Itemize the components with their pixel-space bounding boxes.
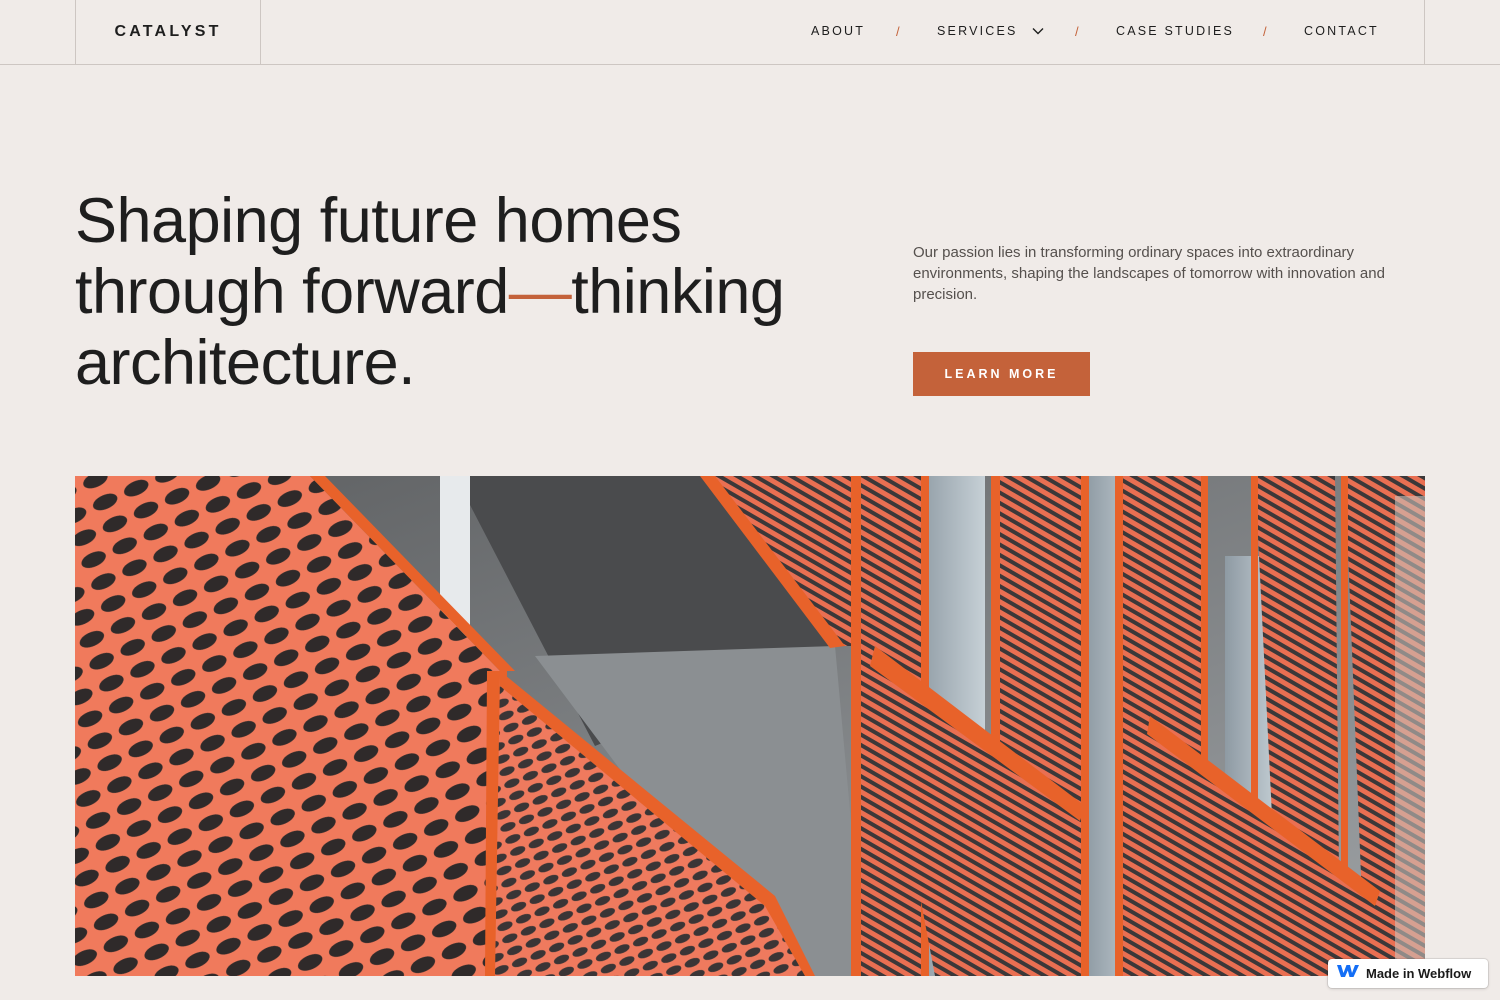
logo-container[interactable]: CATALYST — [75, 0, 261, 64]
nav-link-contact[interactable]: CONTACT — [1304, 24, 1379, 38]
site-logo[interactable]: CATALYST — [114, 23, 221, 41]
header-divider — [1424, 0, 1425, 64]
learn-more-button[interactable]: LEARN MORE — [913, 352, 1090, 396]
badge-label: Made in Webflow — [1366, 966, 1472, 981]
hero-headline-dash: — — [508, 257, 572, 327]
made-in-webflow-badge[interactable]: Made in Webflow — [1328, 959, 1488, 988]
nav-separator: / — [1075, 24, 1079, 39]
nav-link-about[interactable]: ABOUT — [811, 24, 865, 38]
webflow-logo-icon — [1336, 963, 1360, 984]
site-header: CATALYST ABOUT / SERVICES / CASE STUDIES… — [0, 0, 1500, 65]
hero-intro-text: Our passion lies in transforming ordinar… — [913, 244, 1385, 303]
nav-link-services-label: SERVICES — [937, 24, 1018, 38]
hero-image — [75, 476, 1425, 976]
nav-link-services[interactable]: SERVICES — [937, 24, 1044, 38]
nav-separator: / — [896, 24, 900, 39]
chevron-down-icon — [1032, 27, 1044, 35]
main-nav: ABOUT / SERVICES / CASE STUDIES / CONTAC… — [760, 0, 1400, 64]
nav-separator: / — [1263, 24, 1267, 39]
hero-headline: Shaping future homes through forward—thi… — [75, 186, 875, 399]
nav-link-case-studies[interactable]: CASE STUDIES — [1116, 24, 1234, 38]
